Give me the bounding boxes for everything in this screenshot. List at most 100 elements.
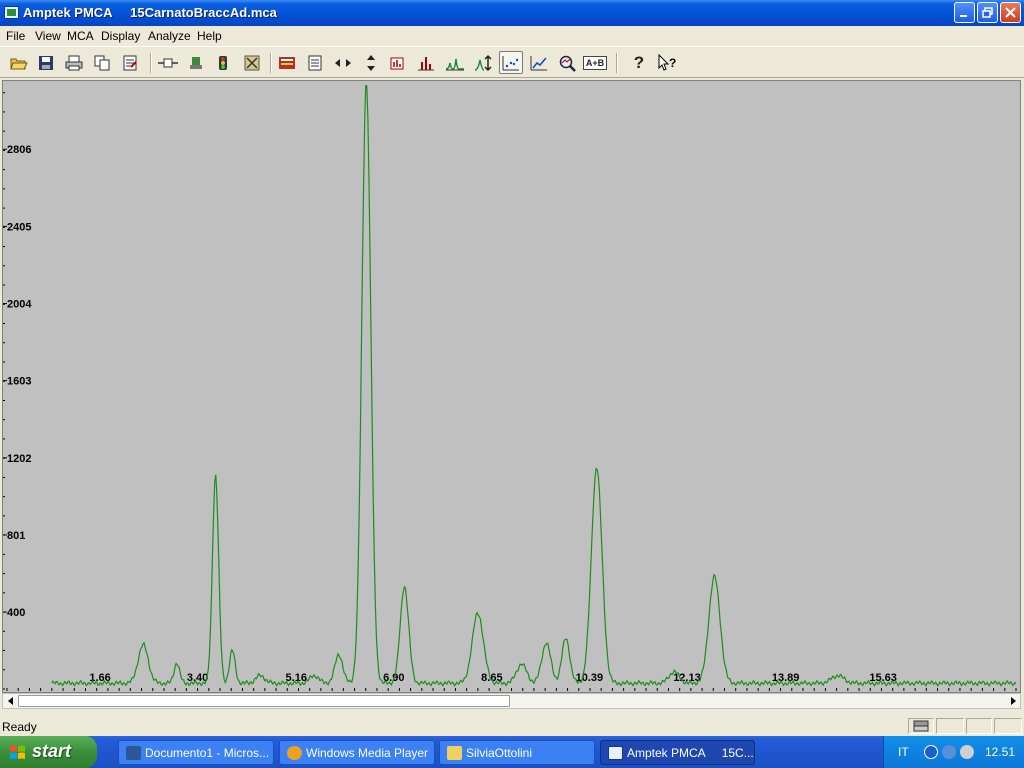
taskbar-item-pmca[interactable]: Amptek PMCA 15C... [600, 740, 755, 765]
properties-button[interactable] [118, 51, 142, 74]
scrollbar-thumb[interactable] [18, 695, 510, 707]
point-mode-icon [502, 55, 519, 70]
x-tick-label: 13.89 [772, 672, 800, 684]
taskbar-item-label: SilviaOttolini [466, 746, 533, 760]
pmca-window: Amptek PMCA 15CarnatoBraccAd.mca File Vi… [0, 0, 1024, 736]
taskbar-item-label: Documento1 - Micros... [145, 746, 270, 760]
zoom-magnifier-button[interactable] [555, 51, 579, 74]
svg-text:?: ? [669, 56, 676, 70]
toolbar: A+B ? ? [0, 46, 1024, 78]
save-icon [39, 55, 53, 70]
network-icon[interactable] [942, 745, 956, 759]
roi-button[interactable] [386, 51, 410, 74]
line-mode-button[interactable] [527, 51, 551, 74]
menu-analyze[interactable]: Analyze [148, 29, 191, 43]
menu-view[interactable]: View [35, 29, 61, 43]
bar-mode-button[interactable] [414, 51, 438, 74]
scroll-left-button[interactable] [3, 694, 18, 708]
minimize-button[interactable] [954, 2, 975, 23]
menu-file[interactable]: File [6, 29, 25, 43]
start-label: start [32, 741, 72, 761]
report-icon [308, 55, 322, 70]
status-pane [936, 718, 964, 734]
help-button[interactable]: ? [627, 51, 651, 74]
volume-icon[interactable] [960, 745, 974, 759]
horizontal-scrollbar[interactable] [2, 693, 1021, 709]
a-plus-b-icon: A+B [582, 55, 608, 70]
report-button[interactable] [303, 51, 327, 74]
y-tick-label: 1603 [7, 376, 31, 388]
context-help-icon: ? [658, 53, 676, 71]
taskbar-item-word[interactable]: Documento1 - Micros... [118, 740, 274, 765]
acquire-setup-button[interactable] [156, 51, 180, 74]
context-help-button[interactable]: ? [655, 51, 679, 74]
toolbar-separator [270, 53, 272, 73]
taskbar: start Documento1 - Micros... Windows Med… [0, 736, 1024, 768]
taskbar-item-folder[interactable]: SilviaOttolini [439, 740, 595, 765]
y-axis-labels: 400 801 1202 1603 2004 2405 2806 [7, 144, 32, 619]
open-icon [10, 58, 28, 69]
toolbar-separator [616, 53, 618, 73]
copy-button[interactable] [90, 51, 114, 74]
pmca-app-icon [4, 6, 19, 19]
stop-acquisition-button[interactable] [211, 51, 235, 74]
toolbar-separator [150, 53, 152, 73]
status-pane [966, 718, 992, 734]
color-settings-icon [279, 56, 295, 69]
horizontal-zoom-button[interactable] [331, 51, 355, 74]
print-button[interactable] [62, 51, 86, 74]
a-plus-b-button[interactable]: A+B [582, 51, 608, 74]
scroll-right-icon [1010, 697, 1016, 705]
system-tray: IT 12.51 [883, 736, 1024, 768]
spectrum-chart[interactable]: 1.66 3.40 5.16 6.90 8.65 10.39 12.13 13.89 15.63… [3, 81, 1020, 692]
minimize-icon [960, 15, 967, 17]
start-acquisition-icon [190, 56, 202, 69]
color-settings-button[interactable] [275, 51, 299, 74]
close-button[interactable] [1000, 2, 1021, 23]
y-tick-label: 1202 [7, 453, 31, 465]
copy-icon [94, 55, 110, 70]
x-tick-label: 5.16 [286, 672, 307, 684]
point-mode-button[interactable] [499, 51, 523, 74]
taskbar-item-label: Windows Media Player [306, 746, 429, 760]
x-axis-ticks [6, 688, 1017, 691]
peak-button[interactable] [443, 51, 467, 74]
taskbar-item-media-player[interactable]: Windows Media Player [279, 740, 435, 765]
start-button[interactable]: start [0, 736, 97, 768]
y-axis-ticks [3, 92, 7, 690]
open-button[interactable] [7, 51, 31, 74]
start-acquisition-button[interactable] [184, 51, 208, 74]
roi-icon [390, 57, 404, 69]
scroll-right-button[interactable] [1005, 694, 1020, 708]
horizontal-zoom-icon [335, 58, 351, 67]
menu-help[interactable]: Help [197, 29, 222, 43]
restore-icon [982, 7, 993, 18]
log-scale-icon [474, 54, 492, 71]
acquire-setup-icon [158, 58, 178, 67]
windows-logo-icon [10, 745, 25, 759]
y-tick-label: 400 [7, 607, 25, 619]
save-button[interactable] [34, 51, 58, 74]
language-indicator[interactable]: IT [898, 745, 909, 759]
log-scale-button[interactable] [471, 51, 495, 74]
status-pane [908, 718, 934, 734]
tray-expand-icon[interactable] [924, 745, 938, 759]
restore-button[interactable] [977, 2, 998, 23]
status-pane [994, 718, 1022, 734]
help-icon: ? [633, 52, 645, 72]
taskbar-item-label: Amptek PMCA 15C... [627, 746, 754, 760]
window-title: Amptek PMCA 15CarnatoBraccAd.mca [23, 5, 277, 20]
bar-mode-icon [418, 56, 434, 70]
word-icon [126, 746, 141, 760]
delete-data-button[interactable] [240, 51, 264, 74]
scroll-left-icon [7, 697, 13, 705]
menu-display[interactable]: Display [101, 29, 140, 43]
line-mode-icon [530, 55, 547, 70]
spectrum-plot[interactable]: 1.66 3.40 5.16 6.90 8.65 10.39 12.13 13.89 15.63… [2, 80, 1021, 693]
y-tick-label: 2004 [7, 299, 32, 311]
menu-mca[interactable]: MCA [67, 29, 94, 43]
title-bar[interactable]: Amptek PMCA 15CarnatoBraccAd.mca [0, 0, 1024, 26]
y-tick-label: 2806 [7, 144, 31, 156]
vertical-zoom-button[interactable] [359, 51, 383, 74]
pmca-icon [608, 746, 623, 760]
